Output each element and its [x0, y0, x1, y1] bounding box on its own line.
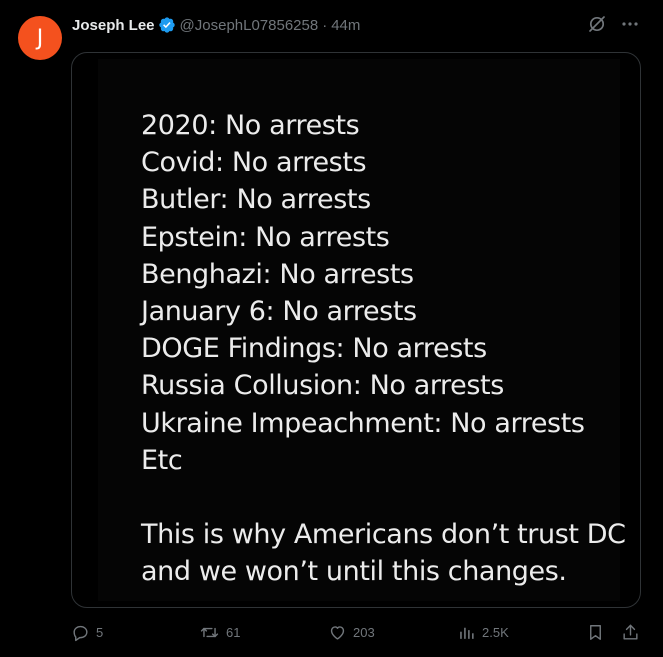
bookmark-button[interactable]	[586, 620, 605, 644]
media-line: Russia Collusion: No arrests	[141, 370, 504, 402]
display-name[interactable]: Joseph Lee	[72, 17, 155, 34]
timestamp[interactable]: 44m	[331, 17, 360, 34]
media-spacer	[141, 479, 626, 516]
reply-icon	[71, 623, 90, 642]
repost-button[interactable]: 61	[199, 620, 240, 644]
share-button[interactable]	[621, 620, 640, 644]
header-actions	[587, 14, 639, 34]
handle[interactable]: @JosephL07856258	[180, 17, 319, 34]
media-line: Epstein: No arrests	[141, 221, 390, 253]
reply-count: 5	[96, 624, 104, 640]
tweet: J Joseph Lee @JosephL07856258 · 44m 2020…	[0, 0, 663, 657]
media-line: Covid: No arrests	[141, 147, 367, 179]
views-count: 2.5K	[482, 624, 509, 640]
heart-icon	[328, 623, 347, 642]
grok-icon[interactable]	[587, 14, 607, 34]
share-icon	[621, 623, 640, 642]
avatar-letter: J	[36, 25, 44, 51]
tweet-header: Joseph Lee @JosephL07856258 · 44m	[72, 15, 360, 35]
media-line: DOGE Findings: No arrests	[141, 333, 487, 365]
media-line: January 6: No arrests	[141, 295, 417, 327]
media-line: Ukraine Impeachment: No arrests	[141, 407, 585, 439]
views-button[interactable]: 2.5K	[457, 620, 509, 644]
verified-badge-icon	[158, 16, 176, 34]
media-closing-line: This is why Americans don’t trust DC	[141, 519, 626, 551]
reply-button[interactable]: 5	[71, 620, 103, 644]
media-image: 2020: No arrests Covid: No arrests Butle…	[98, 59, 626, 601]
media-line: Benghazi: No arrests	[141, 258, 414, 290]
action-bar: 5 61 203 2.5K	[71, 620, 651, 644]
media-line: Etc	[141, 444, 183, 476]
tweet-media[interactable]: 2020: No arrests Covid: No arrests Butle…	[71, 52, 641, 608]
views-icon	[457, 623, 476, 642]
like-count: 203	[353, 624, 375, 640]
media-text: 2020: No arrests Covid: No arrests Butle…	[141, 107, 626, 590]
repost-count: 61	[226, 624, 241, 640]
bookmark-icon	[586, 623, 605, 642]
media-closing-line: and we won’t until this changes.	[141, 556, 567, 588]
separator-dot: ·	[322, 16, 328, 34]
media-line: Butler: No arrests	[141, 184, 371, 216]
repost-icon	[199, 623, 220, 642]
more-options-icon[interactable]	[621, 15, 639, 33]
like-button[interactable]: 203	[328, 620, 375, 644]
media-line: 2020: No arrests	[141, 110, 360, 141]
avatar[interactable]: J	[18, 16, 62, 60]
